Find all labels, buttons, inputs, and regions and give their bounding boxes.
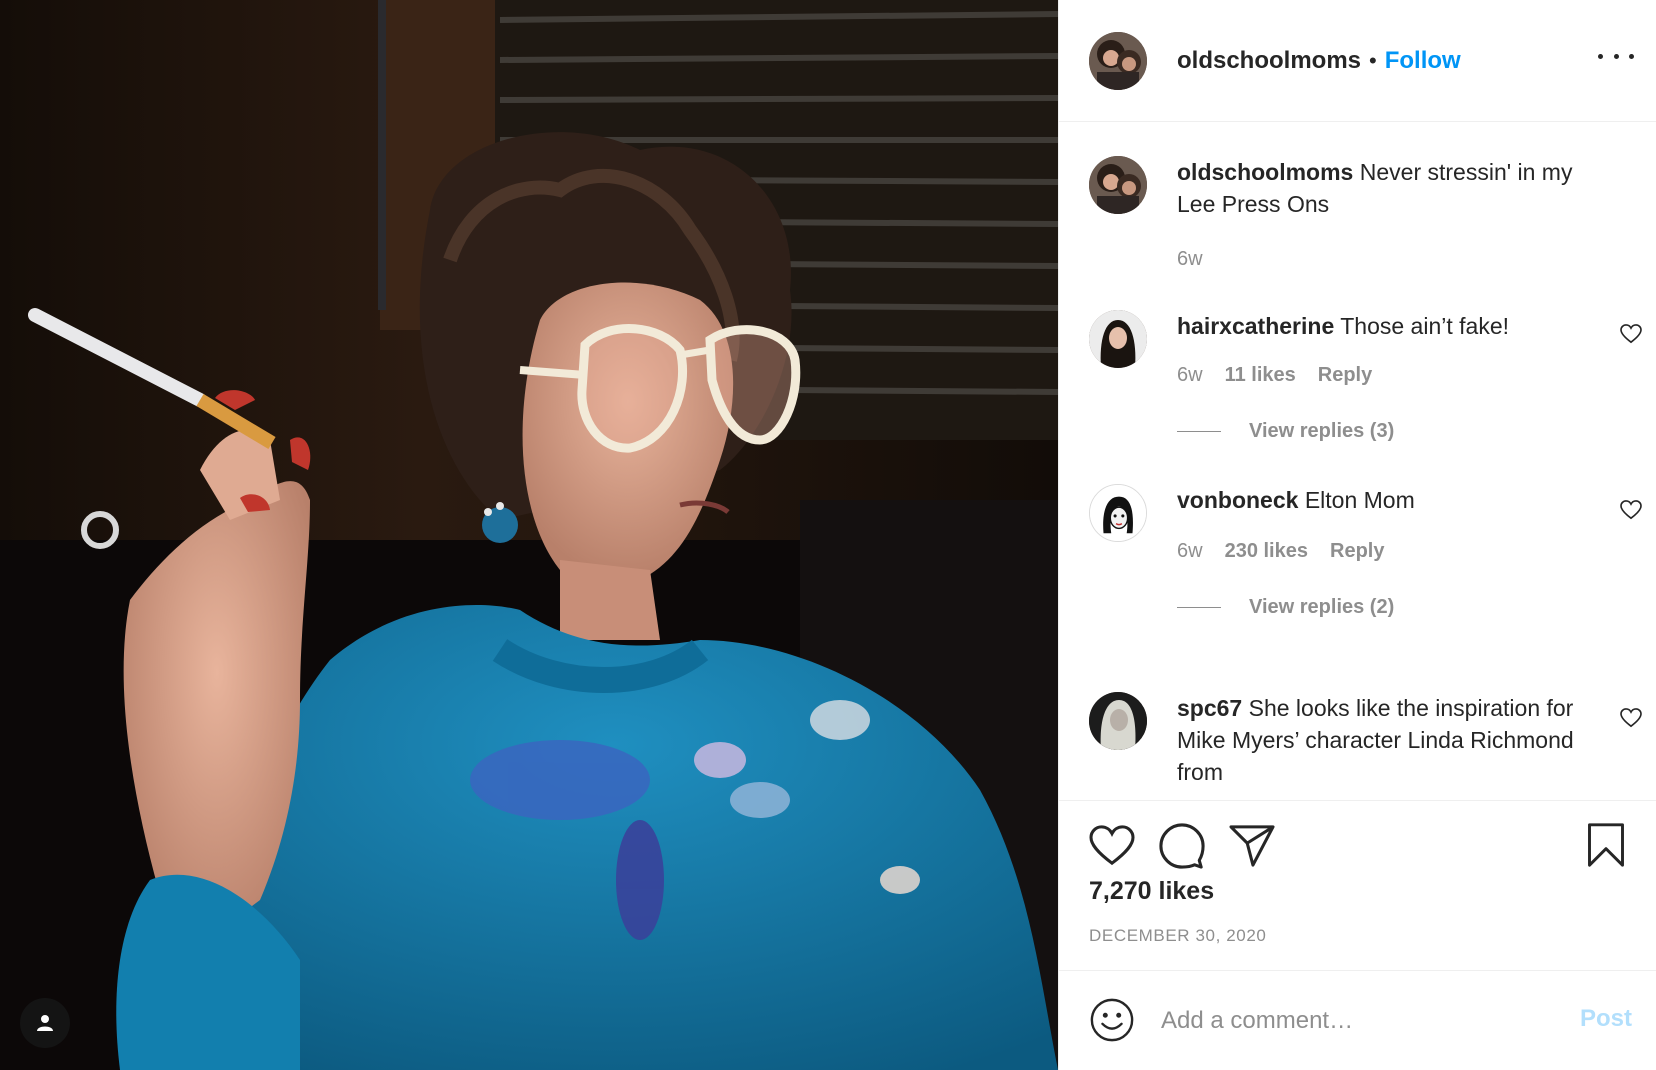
comment-like-heart-icon[interactable] bbox=[1620, 500, 1642, 520]
replies-divider bbox=[1177, 607, 1221, 608]
comment-item: hairxcatherine Those ain’t fake! 6w 11 l… bbox=[1089, 310, 1642, 460]
separator-dot: • bbox=[1369, 47, 1377, 73]
comment-body: Elton Mom bbox=[1304, 487, 1415, 513]
comment-item: spc67 She looks like the inspiration for… bbox=[1089, 692, 1642, 800]
author-avatar[interactable] bbox=[1089, 31, 1147, 90]
comment-body: Those ain’t fake! bbox=[1340, 313, 1509, 339]
post-actions: 7,270 likes DECEMBER 30, 2020 bbox=[1059, 800, 1656, 970]
caption-age[interactable]: 6w bbox=[1177, 248, 1203, 271]
view-replies-button[interactable]: View replies (2) bbox=[1177, 596, 1394, 619]
comment-username[interactable]: spc67 bbox=[1177, 695, 1242, 721]
comment-like-heart-icon[interactable] bbox=[1620, 708, 1642, 728]
comment-age[interactable]: 6w bbox=[1177, 540, 1203, 563]
comment-icon[interactable] bbox=[1159, 823, 1205, 869]
heart-icon[interactable] bbox=[1089, 825, 1135, 867]
view-replies-label: View replies (3) bbox=[1249, 420, 1395, 442]
comment-text: hairxcatherine Those ain’t fake! bbox=[1177, 310, 1606, 342]
comment-meta: 6w 230 likes Reply bbox=[1177, 540, 1384, 563]
follow-button[interactable]: Follow bbox=[1385, 47, 1461, 75]
share-icon[interactable] bbox=[1229, 825, 1275, 867]
emoji-icon[interactable] bbox=[1089, 997, 1135, 1043]
caption-text: oldschoolmoms Never stressin' in my Lee … bbox=[1177, 156, 1606, 220]
view-replies-button[interactable]: View replies (3) bbox=[1177, 420, 1394, 443]
post-photo[interactable] bbox=[0, 0, 1058, 1070]
instagram-post: oldschoolmoms • Follow oldschoolmoms Nev… bbox=[0, 0, 1656, 1070]
caption-avatar-image bbox=[1089, 156, 1147, 214]
post-side-panel: oldschoolmoms • Follow oldschoolmoms Nev… bbox=[1058, 0, 1656, 1070]
comment-likes[interactable]: 230 likes bbox=[1225, 540, 1308, 563]
commenter-avatar[interactable] bbox=[1089, 310, 1147, 368]
commenter-avatar-image bbox=[1089, 310, 1147, 368]
author-username[interactable]: oldschoolmoms bbox=[1177, 47, 1361, 75]
comments-list[interactable]: oldschoolmoms Never stressin' in my Lee … bbox=[1059, 122, 1656, 800]
likes-count[interactable]: 7,270 likes bbox=[1089, 877, 1214, 906]
more-options-icon[interactable] bbox=[1598, 44, 1634, 68]
comment-age[interactable]: 6w bbox=[1177, 364, 1203, 387]
comment-likes[interactable]: 11 likes bbox=[1225, 364, 1296, 387]
caption-avatar[interactable] bbox=[1089, 156, 1147, 214]
view-replies-label: View replies (2) bbox=[1249, 596, 1395, 618]
comment-input[interactable] bbox=[1159, 997, 1523, 1045]
comment-item: vonboneck Elton Mom 6w 230 likes Reply V… bbox=[1089, 484, 1642, 634]
comment-text: vonboneck Elton Mom bbox=[1177, 484, 1606, 516]
caption-meta: 6w bbox=[1177, 248, 1203, 271]
tag-user-button[interactable] bbox=[20, 998, 70, 1048]
comment-composer: Post bbox=[1059, 970, 1656, 1070]
author-avatar-image bbox=[1089, 31, 1147, 90]
reply-button[interactable]: Reply bbox=[1330, 540, 1384, 563]
commenter-avatar-image bbox=[1090, 485, 1146, 541]
caption: oldschoolmoms Never stressin' in my Lee … bbox=[1089, 156, 1642, 276]
comment-like-heart-icon[interactable] bbox=[1620, 324, 1642, 344]
comment-username[interactable]: vonboneck bbox=[1177, 487, 1298, 513]
comment-meta: 6w 11 likes Reply bbox=[1177, 364, 1372, 387]
comment-username[interactable]: hairxcatherine bbox=[1177, 313, 1334, 339]
commenter-avatar-image bbox=[1089, 692, 1147, 750]
photo-illustration bbox=[0, 0, 1058, 1070]
post-comment-button[interactable]: Post bbox=[1580, 1005, 1632, 1033]
tag-user-icon bbox=[37, 1015, 53, 1031]
caption-username[interactable]: oldschoolmoms bbox=[1177, 159, 1353, 185]
bookmark-icon[interactable] bbox=[1586, 823, 1626, 867]
reply-button[interactable]: Reply bbox=[1318, 364, 1372, 387]
replies-divider bbox=[1177, 431, 1221, 432]
comment-text: spc67 She looks like the inspiration for… bbox=[1177, 692, 1606, 788]
commenter-avatar[interactable] bbox=[1089, 484, 1147, 542]
commenter-avatar[interactable] bbox=[1089, 692, 1147, 750]
post-date[interactable]: DECEMBER 30, 2020 bbox=[1089, 926, 1266, 946]
post-header: oldschoolmoms • Follow bbox=[1059, 0, 1656, 122]
